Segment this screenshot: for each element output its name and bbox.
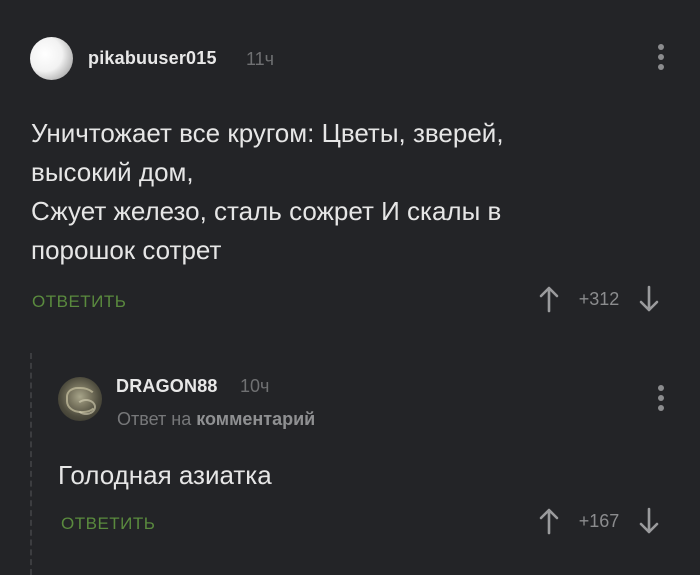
more-vertical-icon[interactable] <box>656 44 666 70</box>
comment-author[interactable]: pikabuuser015 <box>88 48 217 69</box>
reply-to-line: Ответ на комментарий <box>117 409 315 430</box>
comment-author[interactable]: DRAGON88 <box>116 376 218 397</box>
arrow-down-icon[interactable] <box>637 285 661 313</box>
reply-button[interactable]: ОТВЕТИТЬ <box>32 292 126 312</box>
avatar[interactable] <box>58 377 102 421</box>
comment-text: Голодная азиатка <box>58 460 272 490</box>
reply-comment: DRAGON88 10ч Ответ на комментарий Голодн… <box>0 330 700 575</box>
vote-controls: +312 <box>537 285 661 313</box>
arrow-up-icon[interactable] <box>537 507 561 535</box>
reply-to-link[interactable]: комментарий <box>196 409 315 429</box>
more-vertical-icon[interactable] <box>656 385 666 411</box>
comment-text: Уничтожает все кругом: Цветы, зверей, вы… <box>31 118 504 265</box>
reply-button[interactable]: ОТВЕТИТЬ <box>61 514 155 534</box>
comment-time: 10ч <box>240 376 270 396</box>
comment-score: +312 <box>578 288 620 309</box>
vote-controls: +167 <box>537 507 661 535</box>
arrow-up-icon[interactable] <box>537 285 561 313</box>
comment-score: +167 <box>578 510 620 531</box>
comment: pikabuuser015 11ч Уничтожает все кругом:… <box>0 0 700 330</box>
arrow-down-icon[interactable] <box>637 507 661 535</box>
comment-time: 11ч <box>246 49 275 69</box>
avatar[interactable] <box>30 37 73 80</box>
reply-to-prefix: Ответ на <box>117 409 192 429</box>
